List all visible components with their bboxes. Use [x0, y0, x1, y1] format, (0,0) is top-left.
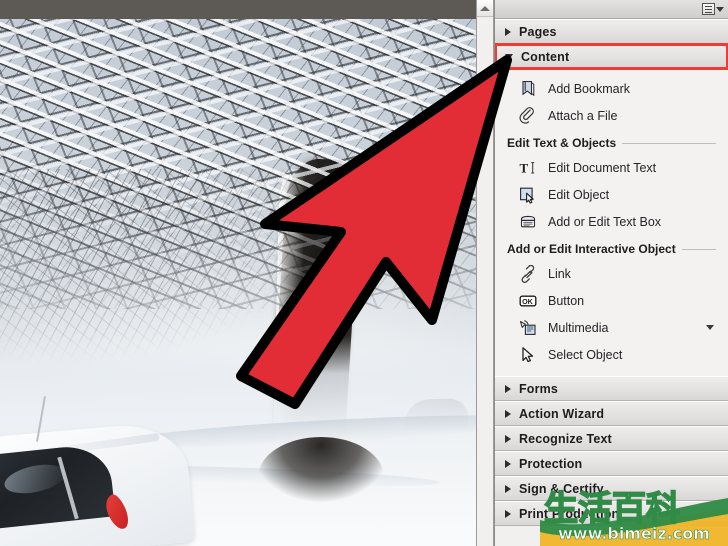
svg-text:OK: OK: [522, 297, 534, 306]
canvas-top-band: [0, 0, 476, 19]
group-divider: [681, 248, 716, 250]
tool-link[interactable]: Link: [495, 260, 728, 287]
section-header-protection[interactable]: Protection: [495, 451, 728, 476]
section-header-forms[interactable]: Forms: [495, 376, 728, 401]
section-label: Content: [521, 49, 570, 64]
tool-label: Add Bookmark: [548, 81, 630, 96]
app-window: Pages Content Add Bookmark Attach a File…: [0, 0, 728, 546]
tool-label: Edit Document Text: [548, 160, 657, 175]
bookmark-icon: [522, 80, 535, 96]
chain-link-icon: [521, 264, 535, 283]
chevron-right-icon: [505, 434, 511, 443]
scroll-up-button[interactable]: [477, 0, 493, 17]
section-label: Action Wizard: [519, 406, 605, 421]
tool-add-bookmark[interactable]: Add Bookmark: [495, 75, 728, 102]
group-label-add-or-edit-interactive-object: Add or Edit Interactive Object: [495, 235, 728, 260]
chevron-right-icon: [505, 409, 511, 418]
tools-panel: Pages Content Add Bookmark Attach a File…: [494, 0, 728, 546]
document-vertical-scrollbar[interactable]: [476, 0, 494, 546]
ok-button-icon: OK: [519, 295, 537, 306]
tool-label: Multimedia: [548, 320, 609, 335]
tool-label: Button: [548, 293, 585, 308]
group-label-edit-text-objects: Edit Text & Objects: [495, 129, 728, 154]
tool-label: Select Object: [548, 347, 623, 362]
multimedia-icon: [519, 319, 536, 335]
multimedia-submenu-chevron-down-icon[interactable]: [706, 325, 714, 330]
content-section-body: Add Bookmark Attach a File Edit Text & O…: [495, 69, 728, 376]
tool-edit-object[interactable]: Edit Object: [495, 181, 728, 208]
chevron-down-icon: [716, 6, 724, 12]
tool-multimedia[interactable]: Multimedia: [495, 314, 728, 341]
tool-label: Add or Edit Text Box: [548, 214, 662, 229]
tool-label: Attach a File: [548, 108, 618, 123]
scrollbar-track[interactable]: [477, 18, 493, 546]
tool-label: Link: [548, 266, 571, 281]
section-label: Forms: [519, 381, 558, 396]
chevron-right-icon: [505, 27, 511, 36]
section-header-action-wizard[interactable]: Action Wizard: [495, 401, 728, 426]
photo-trunk-base: [258, 437, 384, 517]
svg-text:T: T: [520, 160, 529, 175]
tool-add-or-edit-text-box[interactable]: Add or Edit Text Box: [495, 208, 728, 235]
section-label: Protection: [519, 456, 583, 471]
section-label: Pages: [519, 24, 557, 39]
arrow-pointer-icon: [522, 346, 534, 362]
tool-edit-document-text[interactable]: T Edit Document Text: [495, 154, 728, 181]
chevron-right-icon: [505, 509, 511, 518]
snow-tree-photograph: [0, 19, 476, 546]
section-header-recognize-text[interactable]: Recognize Text: [495, 426, 728, 451]
edit-object-icon: [520, 187, 534, 204]
chevron-right-icon: [505, 384, 511, 393]
scroll-up-arrow-icon: [480, 5, 490, 11]
section-header-print-production[interactable]: Print Production: [495, 501, 728, 526]
section-header-sign-and-certify[interactable]: Sign & Certify: [495, 476, 728, 501]
group-title: Edit Text & Objects: [507, 136, 617, 150]
pdf-page-canvas[interactable]: [0, 0, 476, 546]
panel-titlebar: [495, 0, 728, 19]
tool-button[interactable]: OK Button: [495, 287, 728, 314]
tool-label: Edit Object: [548, 187, 610, 202]
section-label: Sign & Certify: [519, 481, 604, 496]
panel-options-icon: [702, 3, 715, 15]
group-divider: [622, 142, 716, 144]
paperclip-icon: [519, 106, 534, 124]
chevron-down-icon: [505, 53, 513, 60]
chevron-right-icon: [505, 484, 511, 493]
text-box-icon: [520, 215, 536, 227]
text-cursor-icon: T: [520, 160, 535, 175]
group-title: Add or Edit Interactive Object: [507, 242, 676, 256]
section-label: Recognize Text: [519, 431, 612, 446]
tool-attach-a-file[interactable]: Attach a File: [495, 102, 728, 129]
chevron-right-icon: [505, 459, 511, 468]
section-label: Print Production: [519, 506, 620, 521]
tool-select-object[interactable]: Select Object: [495, 341, 728, 368]
section-header-pages[interactable]: Pages: [495, 19, 728, 44]
section-header-content[interactable]: Content: [495, 43, 728, 70]
panel-scroll-area: Pages Content Add Bookmark Attach a File…: [495, 19, 728, 546]
panel-options-button[interactable]: [701, 3, 725, 15]
